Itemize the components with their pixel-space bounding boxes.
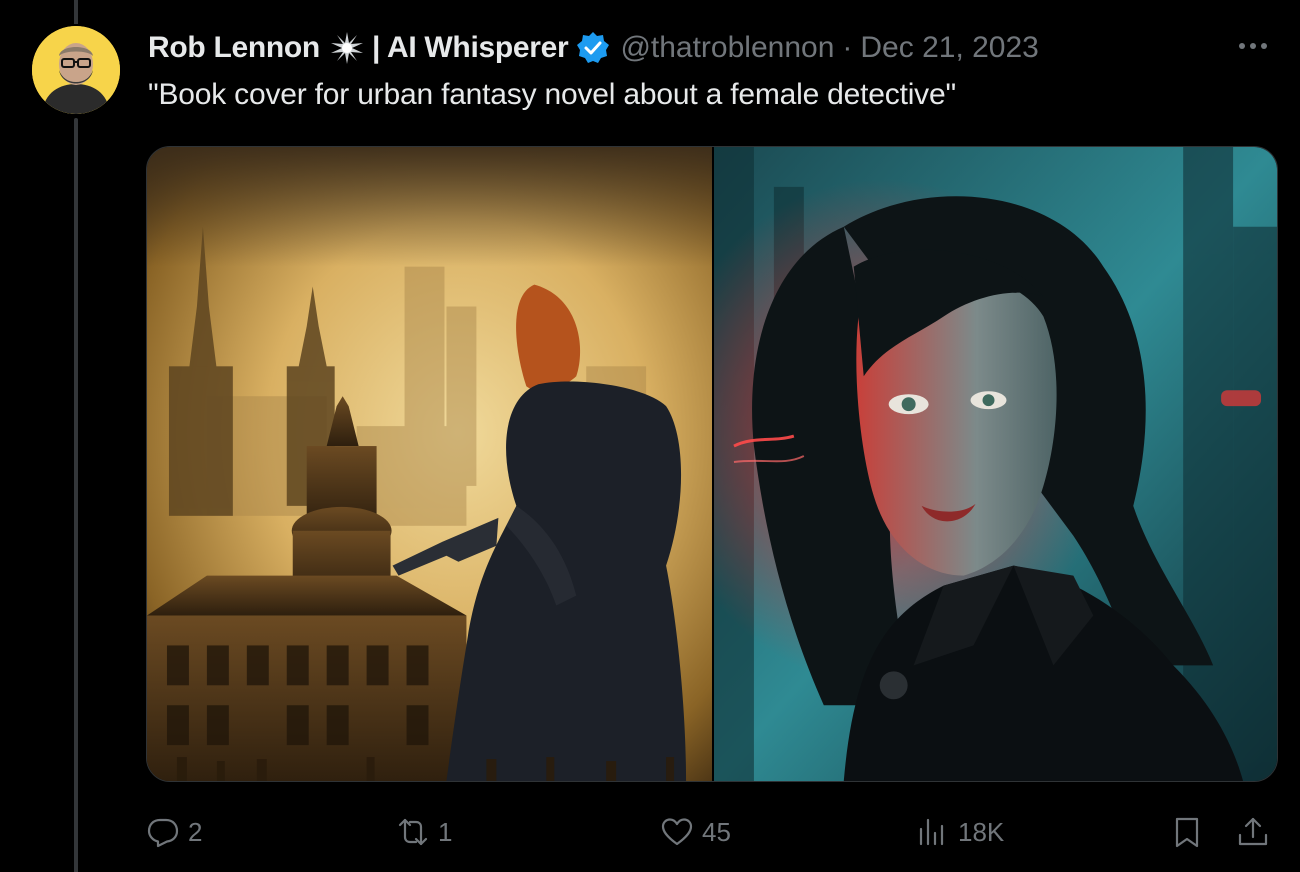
repost-count: 1: [438, 816, 453, 847]
display-name-suffix[interactable]: | AI Whisperer: [372, 31, 569, 65]
user-handle[interactable]: @thatroblennon: [620, 31, 834, 65]
bookmark-icon: [1175, 817, 1199, 848]
reply-icon: [147, 818, 179, 848]
header-separator: ·: [842, 31, 853, 64]
verified-badge-icon[interactable]: [576, 31, 610, 65]
views-chart-icon: [919, 818, 944, 846]
bookmark-button[interactable]: [1170, 808, 1204, 856]
thread-line-top: [74, 0, 78, 24]
views-count: 18K: [958, 816, 1005, 847]
reply-button[interactable]: 2: [146, 808, 202, 856]
tweet-date[interactable]: Dec 21, 2023: [860, 31, 1038, 65]
more-options-icon[interactable]: [1236, 36, 1270, 56]
media-image-right[interactable]: [714, 147, 1277, 781]
share-button[interactable]: [1236, 808, 1270, 856]
tweet-text: "Book cover for urban fantasy novel abou…: [148, 78, 956, 111]
share-icon: [1238, 817, 1268, 846]
tweet-media[interactable]: [146, 146, 1278, 782]
like-button[interactable]: 45: [660, 808, 731, 856]
avatar-image: [32, 26, 120, 114]
reply-count: 2: [188, 816, 203, 847]
repost-button[interactable]: 1: [396, 808, 452, 856]
tweet-header: Rob Lennon | AI Whisperer @thatroblennon…: [148, 26, 1039, 70]
avatar[interactable]: [32, 26, 120, 114]
tweet-actions: 2 1 45 18K: [146, 808, 1286, 856]
display-name[interactable]: Rob Lennon: [148, 31, 320, 65]
like-count: 45: [702, 816, 731, 847]
views-button[interactable]: 18K: [916, 808, 1004, 856]
thread-line: [74, 118, 78, 872]
media-image-left[interactable]: [147, 147, 712, 781]
repost-icon: [398, 818, 428, 846]
spark-emoji-icon: [330, 31, 364, 65]
heart-icon: [661, 818, 693, 846]
